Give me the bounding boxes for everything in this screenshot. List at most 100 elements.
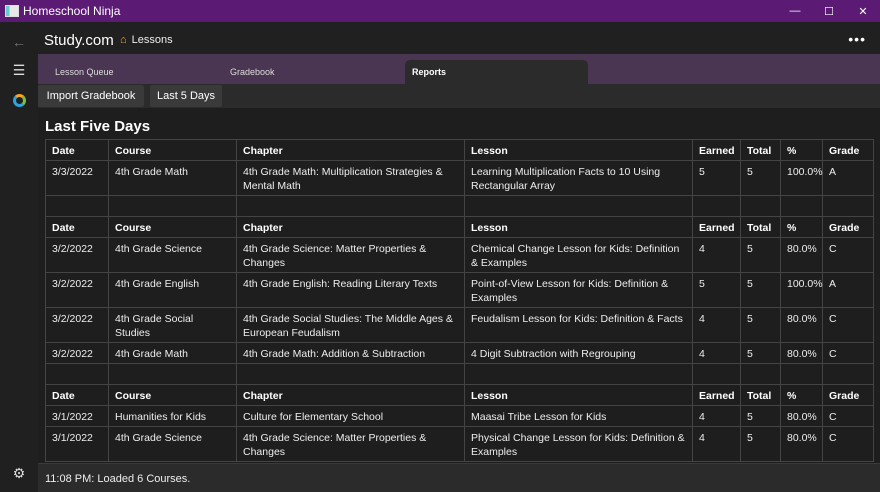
table-row[interactable]: 3/1/2022 4th Grade Science 4th Grade Scien… xyxy=(45,426,874,462)
brand-title: Study.com xyxy=(44,32,114,49)
column-header: Date xyxy=(45,216,109,238)
app-ring-icon[interactable] xyxy=(9,90,29,110)
more-options-button[interactable]: ••• xyxy=(848,31,866,47)
table-row[interactable]: 3/2/2022 4th Grade English 4th Grade Engli… xyxy=(45,272,874,308)
column-header: Earned xyxy=(692,384,741,406)
report-panel: Last Five Days Date Course Chapter Lesson Ea… xyxy=(38,108,880,463)
close-button[interactable]: ✕ xyxy=(846,0,880,22)
table-cell: 3/1/2022 xyxy=(45,426,109,462)
table-cell: 3/2/2022 xyxy=(45,272,109,308)
last-5-days-button[interactable]: Last 5 Days xyxy=(150,85,222,107)
table-cell: 4 xyxy=(692,237,741,273)
report-table: Date Course Chapter Lesson Earned Total% Grade… xyxy=(45,139,874,462)
table-cell: 5 xyxy=(740,160,781,196)
table-cell: A xyxy=(822,160,874,196)
table-cell: Humanities for Kids xyxy=(108,405,237,427)
hamburger-menu-icon[interactable]: ☰ xyxy=(9,60,29,80)
tab-label: Gradebook xyxy=(230,67,275,77)
table-cell: 4th Grade Science: Matter Properties & C… xyxy=(236,237,465,273)
table-cell: Maasai Tribe Lesson for Kids xyxy=(464,405,693,427)
tab-label: Reports xyxy=(412,67,447,77)
table-cell: 5 xyxy=(740,237,781,273)
table-cell: 5 xyxy=(692,272,741,308)
column-header: Lesson xyxy=(464,384,693,406)
table-cell: Physical Change Lesson for Kids: Definit… xyxy=(464,426,693,462)
table-cell: 4th Grade Math xyxy=(108,342,237,364)
spacer-cell xyxy=(692,195,741,217)
table-row[interactable]: 3/1/2022 Humanities for Kids Culture for E… xyxy=(45,405,874,427)
table-cell: A xyxy=(822,272,874,308)
table-cell: 3/1/2022 xyxy=(45,405,109,427)
spacer-cell xyxy=(464,363,693,385)
column-header: Chapter xyxy=(236,384,465,406)
table-cell: 80.0% xyxy=(780,426,823,462)
spacer-cell xyxy=(692,363,741,385)
house-icon: ⌂ xyxy=(120,34,127,46)
table-cell: 5 xyxy=(692,160,741,196)
spacer-cell xyxy=(108,195,237,217)
spacer-cell xyxy=(780,195,823,217)
column-header: Grade xyxy=(822,384,874,406)
column-header: Chapter xyxy=(236,216,465,238)
tab-lesson-queue[interactable]: Lesson Queue xyxy=(38,60,223,84)
column-header: Course xyxy=(108,139,237,161)
table-cell: 5 xyxy=(740,307,781,343)
table-cell: 4th Grade Science: Matter Properties & C… xyxy=(236,426,465,462)
window-controls: — ☐ ✕ xyxy=(778,0,880,22)
table-cell: 3/2/2022 xyxy=(45,342,109,364)
tab-reports[interactable]: Reports xyxy=(405,60,588,84)
table-row[interactable]: 3/2/2022 4th Grade Math 4th Grade Math: Ad… xyxy=(45,342,874,364)
table-row[interactable]: 3/2/2022 4th Grade Social Studies 4th Grad… xyxy=(45,307,874,343)
maximize-button[interactable]: ☐ xyxy=(812,0,846,22)
table-cell: 80.0% xyxy=(780,405,823,427)
nav-rail: ← ☰ ⚙ xyxy=(0,22,38,492)
column-header: Grade xyxy=(822,139,874,161)
table-row[interactable]: 3/2/2022 4th Grade Science 4th Grade Scien… xyxy=(45,237,874,273)
minimize-button[interactable]: — xyxy=(778,0,812,22)
header-row: Date Course Chapter Lesson Earned Total% Grade xyxy=(45,139,874,161)
table-cell: 100.0% xyxy=(780,272,823,308)
header-row: Date Course Chapter Lesson Earned Total% Grade xyxy=(45,384,874,406)
table-cell: C xyxy=(822,426,874,462)
spacer-cell xyxy=(236,195,465,217)
column-header: Date xyxy=(45,384,109,406)
spacer-cell xyxy=(740,195,781,217)
table-cell: 5 xyxy=(740,405,781,427)
table-cell: 4th Grade Science xyxy=(108,237,237,273)
column-header: Total xyxy=(740,216,781,238)
table-row[interactable]: 3/3/2022 4th Grade Math 4th Grade Math: Mu… xyxy=(45,160,874,196)
table-cell: Learning Multiplication Facts to 10 Usin… xyxy=(464,160,693,196)
table-cell: 4th Grade Math xyxy=(108,160,237,196)
report-title: Last Five Days xyxy=(45,118,151,135)
column-header: Lesson xyxy=(464,216,693,238)
gear-icon[interactable]: ⚙ xyxy=(9,463,29,483)
table-cell: 4th Grade English xyxy=(108,272,237,308)
column-header: % xyxy=(780,216,823,238)
column-header: % xyxy=(780,384,823,406)
column-header: Earned xyxy=(692,216,741,238)
app-window-icon xyxy=(5,5,19,17)
import-gradebook-button[interactable]: Import Gradebook xyxy=(38,85,144,107)
column-header: Lesson xyxy=(464,139,693,161)
breadcrumb[interactable]: ⌂ Lessons xyxy=(120,34,173,46)
table-cell: 3/2/2022 xyxy=(45,307,109,343)
column-header: Date xyxy=(45,139,109,161)
table-cell: Point-of-View Lesson for Kids: Definitio… xyxy=(464,272,693,308)
tab-gradebook[interactable]: Gradebook xyxy=(213,60,398,84)
table-cell: 80.0% xyxy=(780,342,823,364)
back-arrow-icon[interactable]: ← xyxy=(9,32,29,52)
tab-bar: Lesson Queue Gradebook Reports xyxy=(38,54,880,84)
window-title: Homeschool Ninja xyxy=(23,4,121,18)
spacer-cell xyxy=(45,195,109,217)
table-cell: 4 xyxy=(692,405,741,427)
table-cell: 80.0% xyxy=(780,307,823,343)
column-header: Chapter xyxy=(236,139,465,161)
table-cell: C xyxy=(822,237,874,273)
toolbar: Import Gradebook Last 5 Days xyxy=(38,84,880,108)
spacer-cell xyxy=(822,195,874,217)
spacer-cell xyxy=(464,195,693,217)
column-header: Earned xyxy=(692,139,741,161)
table-cell: 4 xyxy=(692,342,741,364)
table-cell: 4 xyxy=(692,426,741,462)
table-cell: Culture for Elementary School xyxy=(236,405,465,427)
